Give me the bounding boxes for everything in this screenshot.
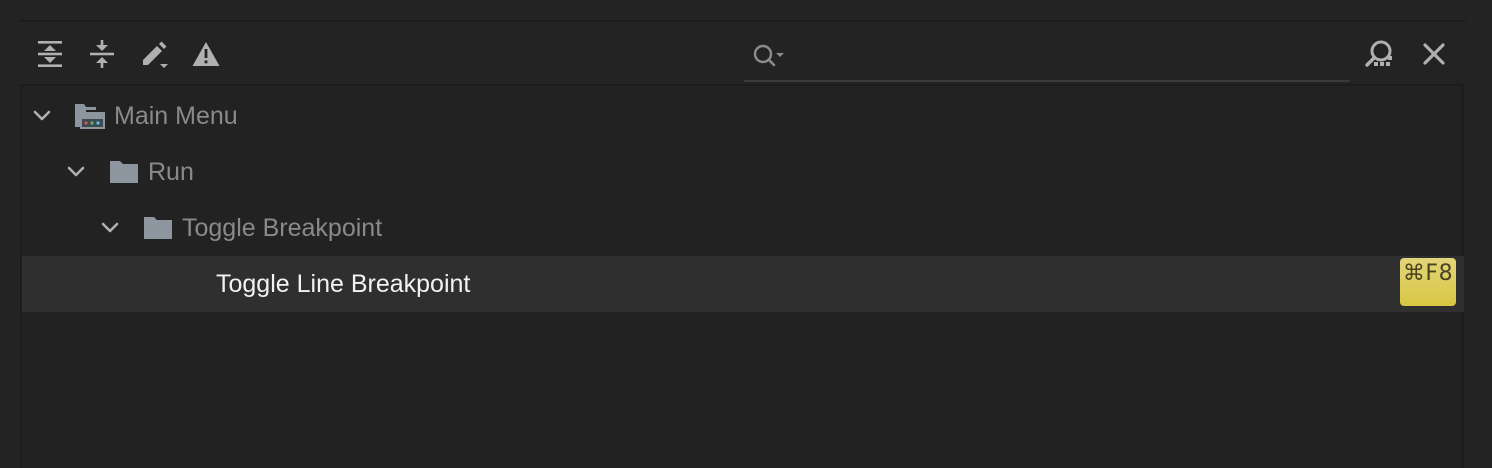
tree-row-run[interactable]: Run	[22, 144, 1464, 200]
close-icon	[1423, 43, 1445, 65]
find-by-shortcut-button[interactable]	[1362, 36, 1398, 72]
chevron-down-icon[interactable]	[98, 216, 122, 240]
collapse-all-button[interactable]	[84, 36, 120, 72]
tree-row-main-menu[interactable]: Main Menu	[22, 88, 1464, 144]
show-conflicts-button[interactable]	[188, 36, 224, 72]
edit-shortcut-button[interactable]	[136, 36, 172, 72]
close-button[interactable]	[1416, 36, 1452, 72]
chevron-down-icon[interactable]	[30, 104, 54, 128]
folder-icon	[142, 213, 174, 243]
chevron-down-icon[interactable]	[64, 160, 88, 184]
shortcut-badge: ⌘F8	[1400, 258, 1456, 306]
expand-all-button[interactable]	[32, 36, 68, 72]
keymap-tree: Main Menu Run Toggle Breakpoint Toggle L…	[20, 84, 1464, 468]
tree-row-toggle-line-breakpoint[interactable]: Toggle Line Breakpoint ⌘F8	[22, 256, 1464, 312]
toolbar	[20, 26, 1466, 82]
keymap-panel: Main Menu Run Toggle Breakpoint Toggle L…	[0, 0, 1492, 468]
collapse-all-icon	[90, 40, 114, 68]
tree-item-label: Run	[148, 158, 194, 186]
expand-all-icon	[38, 41, 62, 67]
tree-item-label: Toggle Breakpoint	[182, 214, 383, 242]
tree-row-toggle-breakpoint[interactable]: Toggle Breakpoint	[22, 200, 1464, 256]
search-options-button[interactable]	[746, 36, 792, 76]
search-field	[744, 32, 1350, 82]
main-menu-icon	[74, 101, 106, 131]
pencil-dropdown-icon	[143, 41, 168, 68]
search-dropdown-icon	[753, 44, 784, 67]
divider	[20, 20, 1466, 22]
search-input[interactable]	[792, 37, 1350, 75]
folder-icon	[108, 157, 140, 187]
warning-triangle-icon	[192, 42, 220, 66]
find-shortcut-icon	[1365, 40, 1392, 67]
tree-item-label: Toggle Line Breakpoint	[216, 270, 471, 298]
tree-item-label: Main Menu	[114, 102, 238, 130]
